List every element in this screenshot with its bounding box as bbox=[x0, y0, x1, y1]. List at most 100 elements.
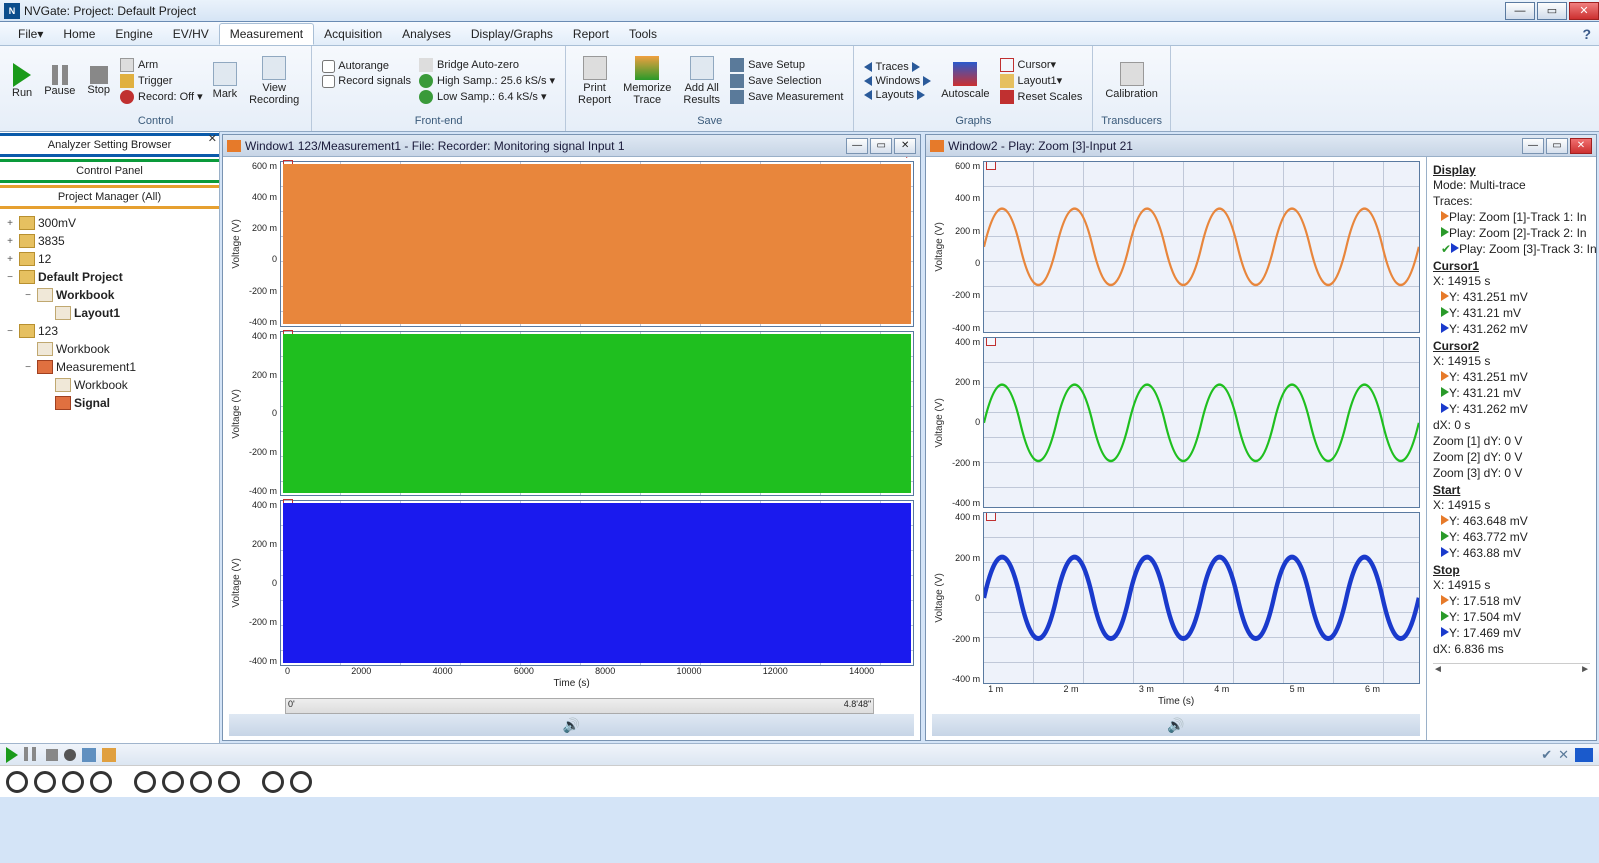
save-measurement-button[interactable]: Save Measurement bbox=[726, 89, 847, 105]
menu-acquisition[interactable]: Acquisition bbox=[314, 24, 392, 44]
close-button[interactable]: ✕ bbox=[1569, 2, 1599, 20]
win-maximize[interactable]: ▭ bbox=[870, 138, 892, 154]
tree-node[interactable]: −123 bbox=[4, 322, 215, 340]
zoom-chart3[interactable]: Voltage (V) 400 m200 m0-200 m-400 m bbox=[932, 512, 1420, 684]
status-record-icon[interactable] bbox=[64, 749, 76, 761]
audio-bar[interactable]: 🔊 bbox=[229, 714, 914, 736]
minimize-button[interactable]: — bbox=[1505, 2, 1535, 20]
calibration-button[interactable]: Calibration bbox=[1099, 48, 1164, 113]
knob[interactable] bbox=[62, 771, 84, 793]
autoscale-button[interactable]: Autoscale bbox=[935, 48, 995, 113]
menu-file[interactable]: File▾ bbox=[8, 24, 53, 44]
autorange-check[interactable] bbox=[322, 60, 335, 73]
knob[interactable] bbox=[290, 771, 312, 793]
panel-project[interactable]: Project Manager (All) bbox=[0, 185, 219, 209]
win-maximize[interactable]: ▭ bbox=[1546, 138, 1568, 154]
record-signals-check[interactable]: Record signals bbox=[318, 74, 415, 89]
save-selection-button[interactable]: Save Selection bbox=[726, 73, 847, 89]
play-icon bbox=[1441, 211, 1449, 221]
knob[interactable] bbox=[190, 771, 212, 793]
chart-track2[interactable]: Voltage (V) 400 m200 m0-200 m-400 m bbox=[229, 331, 914, 497]
tree-node[interactable]: Workbook bbox=[4, 376, 215, 394]
bridge-autozero-button[interactable]: Bridge Auto-zero bbox=[415, 57, 559, 73]
high-samp-select[interactable]: High Samp.: 25.6 kS/s ▾ bbox=[415, 73, 559, 89]
tree-node[interactable]: −Workbook bbox=[4, 286, 215, 304]
status-play-icon[interactable] bbox=[6, 747, 18, 763]
knob[interactable] bbox=[134, 771, 156, 793]
arm-button[interactable]: Arm bbox=[116, 57, 207, 73]
addall-icon bbox=[690, 56, 714, 80]
knob[interactable] bbox=[218, 771, 240, 793]
memorize-trace-button[interactable]: Memorize Trace bbox=[617, 48, 677, 113]
tree-node[interactable]: Signal bbox=[4, 394, 215, 412]
view-recording-button[interactable]: View Recording bbox=[243, 48, 305, 113]
layout-select[interactable]: Layout1▾ bbox=[996, 73, 1087, 89]
trigger-button[interactable]: Trigger bbox=[116, 73, 207, 89]
audio-bar[interactable]: 🔊 bbox=[932, 714, 1420, 736]
status-tool1-icon[interactable] bbox=[82, 748, 96, 762]
status-tool2-icon[interactable] bbox=[102, 748, 116, 762]
win-close[interactable]: ✕ bbox=[1570, 138, 1592, 154]
chart-track3[interactable]: Voltage (V) 400 m200 m0-200 m-400 m bbox=[229, 500, 914, 666]
sidebar-close[interactable]: ✕ bbox=[208, 132, 217, 145]
tree-node[interactable]: +300mV bbox=[4, 214, 215, 232]
knob[interactable] bbox=[90, 771, 112, 793]
low-samp-select[interactable]: Low Samp.: 6.4 kS/s ▾ bbox=[415, 89, 559, 105]
recsig-check[interactable] bbox=[322, 75, 335, 88]
win-close[interactable]: ✕ bbox=[894, 138, 916, 154]
tree-node[interactable]: Layout1 bbox=[4, 304, 215, 322]
stop-button[interactable]: Stop bbox=[81, 48, 116, 113]
tree-node[interactable]: −Measurement1 bbox=[4, 358, 215, 376]
mark-button[interactable]: Mark bbox=[207, 48, 243, 113]
play-icon bbox=[1451, 243, 1459, 253]
knob[interactable] bbox=[34, 771, 56, 793]
panel-control[interactable]: Control Panel bbox=[0, 159, 219, 183]
zoom-chart1[interactable]: Voltage (V) 600 m400 m200 m0-200 m-400 m bbox=[932, 161, 1420, 333]
win-minimize[interactable]: — bbox=[1522, 138, 1544, 154]
chart-track1[interactable]: Voltage (V) 600 m400 m200 m0-200 m-400 m… bbox=[229, 161, 914, 327]
menu-analyses[interactable]: Analyses bbox=[392, 24, 461, 44]
maximize-button[interactable]: ▭ bbox=[1537, 2, 1567, 20]
status-pause-icon[interactable] bbox=[24, 747, 40, 763]
trace-row[interactable]: ✔Play: Zoom [3]-Track 3: In bbox=[1433, 241, 1590, 257]
menu-measurement[interactable]: Measurement bbox=[219, 23, 314, 45]
layouts-nav[interactable]: Layouts bbox=[860, 88, 935, 102]
knob[interactable] bbox=[262, 771, 284, 793]
traces-nav[interactable]: Traces bbox=[860, 60, 935, 74]
traces-label: Traces: bbox=[1433, 193, 1590, 209]
signal-icon bbox=[930, 140, 944, 152]
cursor-select[interactable]: Cursor▾ bbox=[996, 57, 1087, 73]
menu-home[interactable]: Home bbox=[53, 24, 105, 44]
time-slider[interactable]: 0'4.8'48" bbox=[285, 698, 874, 714]
trace-row[interactable]: Play: Zoom [2]-Track 2: In bbox=[1433, 225, 1590, 241]
menu-engine[interactable]: Engine bbox=[105, 24, 162, 44]
tree-node[interactable]: −Default Project bbox=[4, 268, 215, 286]
tree-node[interactable]: +3835 bbox=[4, 232, 215, 250]
pause-button[interactable]: Pause bbox=[38, 48, 81, 113]
trace-row[interactable]: Play: Zoom [1]-Track 1: In bbox=[1433, 209, 1590, 225]
menu-evhv[interactable]: EV/HV bbox=[163, 24, 219, 44]
menu-display[interactable]: Display/Graphs bbox=[461, 24, 563, 44]
h-scrollbar[interactable]: ◄► bbox=[1433, 663, 1590, 679]
status-monitor-icon[interactable] bbox=[1575, 748, 1593, 762]
knob[interactable] bbox=[6, 771, 28, 793]
help-button[interactable]: ? bbox=[1582, 26, 1591, 42]
zoom-chart2[interactable]: Voltage (V) 400 m200 m0-200 m-400 m bbox=[932, 337, 1420, 509]
save-setup-button[interactable]: Save Setup bbox=[726, 57, 847, 73]
run-button[interactable]: Run bbox=[6, 48, 38, 113]
print-report-button[interactable]: Print Report bbox=[572, 48, 617, 113]
tree-node[interactable]: Workbook bbox=[4, 340, 215, 358]
menu-report[interactable]: Report bbox=[563, 24, 619, 44]
record-toggle[interactable]: Record: Off ▾ bbox=[116, 89, 207, 105]
tree-node[interactable]: +12 bbox=[4, 250, 215, 268]
knob[interactable] bbox=[162, 771, 184, 793]
autorange-button[interactable]: Autorange bbox=[318, 59, 415, 74]
add-all-results-button[interactable]: Add All Results bbox=[677, 48, 726, 113]
reset-scales-button[interactable]: Reset Scales bbox=[996, 89, 1087, 105]
win-minimize[interactable]: — bbox=[846, 138, 868, 154]
chevron-right-icon bbox=[917, 90, 925, 100]
panel-analyzer[interactable]: Analyzer Setting Browser bbox=[0, 133, 219, 157]
menu-tools[interactable]: Tools bbox=[619, 24, 667, 44]
windows-nav[interactable]: Windows bbox=[860, 74, 935, 88]
status-stop-icon[interactable] bbox=[46, 749, 58, 761]
